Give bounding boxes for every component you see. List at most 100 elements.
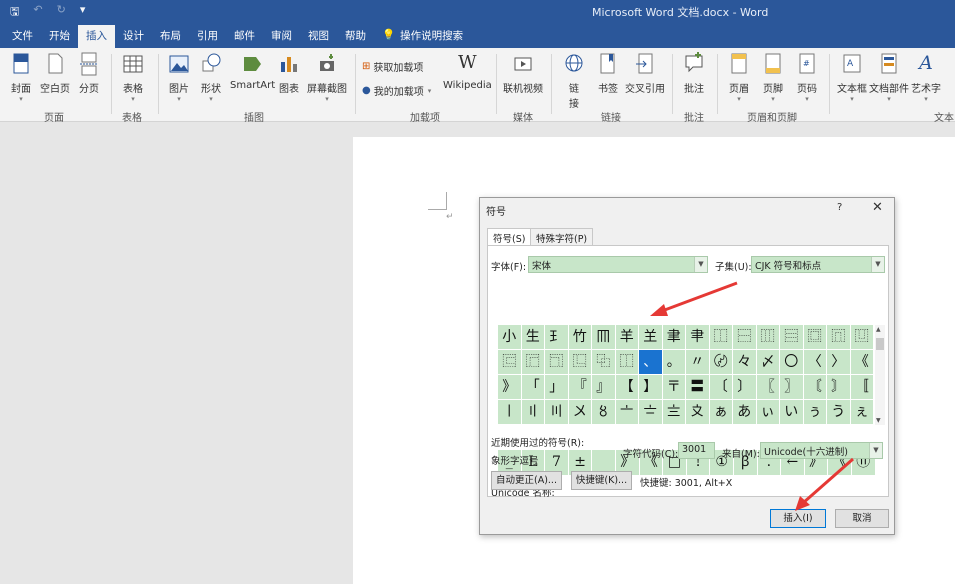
symbol-cell[interactable]: 〣 (545, 400, 569, 425)
chart-button[interactable]: 图表 (278, 52, 300, 95)
insert-button[interactable]: 插入(I) (770, 509, 826, 528)
symbol-cell[interactable]: 《 (850, 350, 874, 375)
font-select[interactable]: 宋体 ▼ (528, 256, 708, 273)
textbox-button[interactable]: A 文本框 ▾ (837, 52, 867, 103)
symbol-cell[interactable]: 〧 (639, 400, 663, 425)
symbol-cell[interactable]: ぇ (850, 400, 874, 425)
tab-home[interactable]: 开始 (41, 22, 78, 48)
tab-view[interactable]: 视图 (300, 22, 337, 48)
symbol-cell[interactable]: ぁ (709, 400, 733, 425)
symbol-cell[interactable]: ぅ (803, 400, 827, 425)
symbol-cell[interactable]: 〖 (756, 375, 780, 400)
tab-layout[interactable]: 布局 (152, 22, 189, 48)
symbol-cell[interactable]: 〩 (686, 400, 710, 425)
page-number-button[interactable]: # 页码 ▾ (796, 52, 818, 103)
symbol-cell[interactable]: ⿰ (615, 350, 639, 375)
symbol-cell[interactable]: 〥 (592, 400, 616, 425)
symbol-cell[interactable]: 𤣩 (545, 325, 569, 350)
scroll-down-icon[interactable]: ▼ (876, 417, 881, 424)
scroll-up-icon[interactable]: ▲ (876, 326, 881, 333)
symbol-cell[interactable]: 〗 (780, 375, 804, 400)
from-select[interactable]: Unicode(十六进制) ▼ (760, 442, 883, 459)
tab-special-characters[interactable]: 特殊字符(P) (530, 228, 594, 245)
symbol-cell[interactable]: 〕 (733, 375, 757, 400)
symbol-cell[interactable]: あ (733, 400, 757, 425)
symbol-cell[interactable]: 〚 (850, 375, 874, 400)
symbol-cell[interactable]: 〦 (615, 400, 639, 425)
symbol-cell[interactable]: ⿺ (568, 350, 592, 375)
symbol-cell[interactable]: 〓 (686, 375, 710, 400)
tab-insert[interactable]: 插入 (78, 25, 115, 48)
tell-me-search[interactable]: 💡 操作说明搜索 (374, 22, 471, 48)
autocorrect-button[interactable]: 自动更正(A)... (491, 471, 562, 490)
chevron-down-icon[interactable]: ▼ (869, 443, 882, 458)
symbol-cell[interactable]: ⿻ (592, 350, 616, 375)
symbol-cell[interactable]: 》 (498, 375, 522, 400)
symbol-cell[interactable]: 々 (733, 350, 757, 375)
symbol-cell[interactable]: 〙 (827, 375, 851, 400)
table-button[interactable]: 表格 ▾ (122, 52, 144, 103)
subset-select[interactable]: CJK 符号和标点 ▼ (751, 256, 885, 273)
comment-button[interactable]: 批注 (683, 52, 705, 95)
scroll-thumb[interactable] (876, 338, 884, 350)
shortcut-key-button[interactable]: 快捷键(K)... (571, 471, 632, 490)
symbol-cell[interactable]: ⿴ (803, 325, 827, 350)
screenshot-button[interactable]: 屏幕截图 ▾ (307, 52, 347, 103)
symbol-cell[interactable]: 〃 (686, 350, 710, 375)
symbol-cell[interactable]: 〘 (803, 375, 827, 400)
my-addins-button[interactable]: ● 我的加载项 ▾ (362, 83, 431, 98)
symbol-cell[interactable]: ⿷ (498, 350, 522, 375)
symbol-cell[interactable]: 〄 (709, 350, 733, 375)
symbol-cell[interactable]: ⿰ (709, 325, 733, 350)
chevron-down-icon[interactable]: ▼ (871, 257, 884, 272)
wordart-button[interactable]: A 艺术字 ▾ (911, 52, 941, 103)
cross-reference-button[interactable]: 交叉引用 (625, 52, 665, 95)
symbol-cell[interactable]: 】 (639, 375, 663, 400)
tab-review[interactable]: 审阅 (263, 22, 300, 48)
symbol-cell[interactable]: 【 (615, 375, 639, 400)
symbol-cell[interactable]: 〢 (521, 400, 545, 425)
symbol-cell[interactable]: 〇 (780, 350, 804, 375)
link-button[interactable]: 链 接 (563, 52, 585, 110)
pictures-button[interactable]: 图片 ▾ (168, 52, 190, 103)
symbol-cell[interactable]: 〡 (498, 400, 522, 425)
char-code-input[interactable]: 3001 (678, 442, 715, 459)
help-button[interactable]: ? (837, 202, 842, 213)
wikipedia-button[interactable]: W Wikipedia (443, 52, 492, 91)
customize-icon[interactable]: ▾ (80, 3, 86, 22)
symbol-cell[interactable]: 〉 (827, 350, 851, 375)
symbol-cell[interactable]: い (780, 400, 804, 425)
symbol-cell[interactable]: 」 (545, 375, 569, 400)
symbol-cell[interactable]: ⿶ (850, 325, 874, 350)
symbol-cell[interactable]: ⿸ (521, 350, 545, 375)
tab-file[interactable]: 文件 (4, 22, 41, 48)
tab-mailings[interactable]: 邮件 (226, 22, 263, 48)
symbol-cell[interactable]: 〈 (803, 350, 827, 375)
cover-page-button[interactable]: 封面 ▾ (10, 52, 32, 103)
get-addins-button[interactable]: ⊞ 获取加载项 (362, 59, 423, 74)
symbol-cell[interactable]: 〒 (662, 375, 686, 400)
tab-references[interactable]: 引用 (189, 22, 226, 48)
shapes-button[interactable]: 形状 ▾ (200, 52, 222, 103)
smartart-button[interactable]: SmartArt (230, 52, 275, 91)
quick-parts-button[interactable]: 文档部件 ▾ (869, 52, 909, 103)
footer-button[interactable]: 页脚 ▾ (762, 52, 784, 103)
symbol-cell[interactable]: ⿱ (733, 325, 757, 350)
symbol-cell[interactable]: 𦘒 (686, 325, 710, 350)
symbol-grid-scrollbar[interactable]: ▲ ▼ (875, 325, 885, 425)
symbol-cell[interactable]: 𦉫 (592, 325, 616, 350)
symbol-cell[interactable]: 聿 (662, 325, 686, 350)
symbol-cell[interactable]: 竹 (568, 325, 592, 350)
symbol-cell[interactable]: 〆 (756, 350, 780, 375)
save-icon[interactable]: 🖫 (10, 3, 19, 22)
header-button[interactable]: 页眉 ▾ (728, 52, 750, 103)
symbol-cell[interactable]: ぃ (756, 400, 780, 425)
symbol-cell[interactable]: 「 (521, 375, 545, 400)
symbol-cell[interactable]: 』 (592, 375, 616, 400)
bookmark-button[interactable]: 书签 (597, 52, 619, 95)
symbol-cell[interactable]: う (827, 400, 851, 425)
symbol-cell[interactable]: 〔 (709, 375, 733, 400)
symbol-cell[interactable]: 〨 (662, 400, 686, 425)
cancel-button[interactable]: 取消 (835, 509, 889, 528)
online-video-button[interactable]: 联机视频 (503, 52, 543, 95)
